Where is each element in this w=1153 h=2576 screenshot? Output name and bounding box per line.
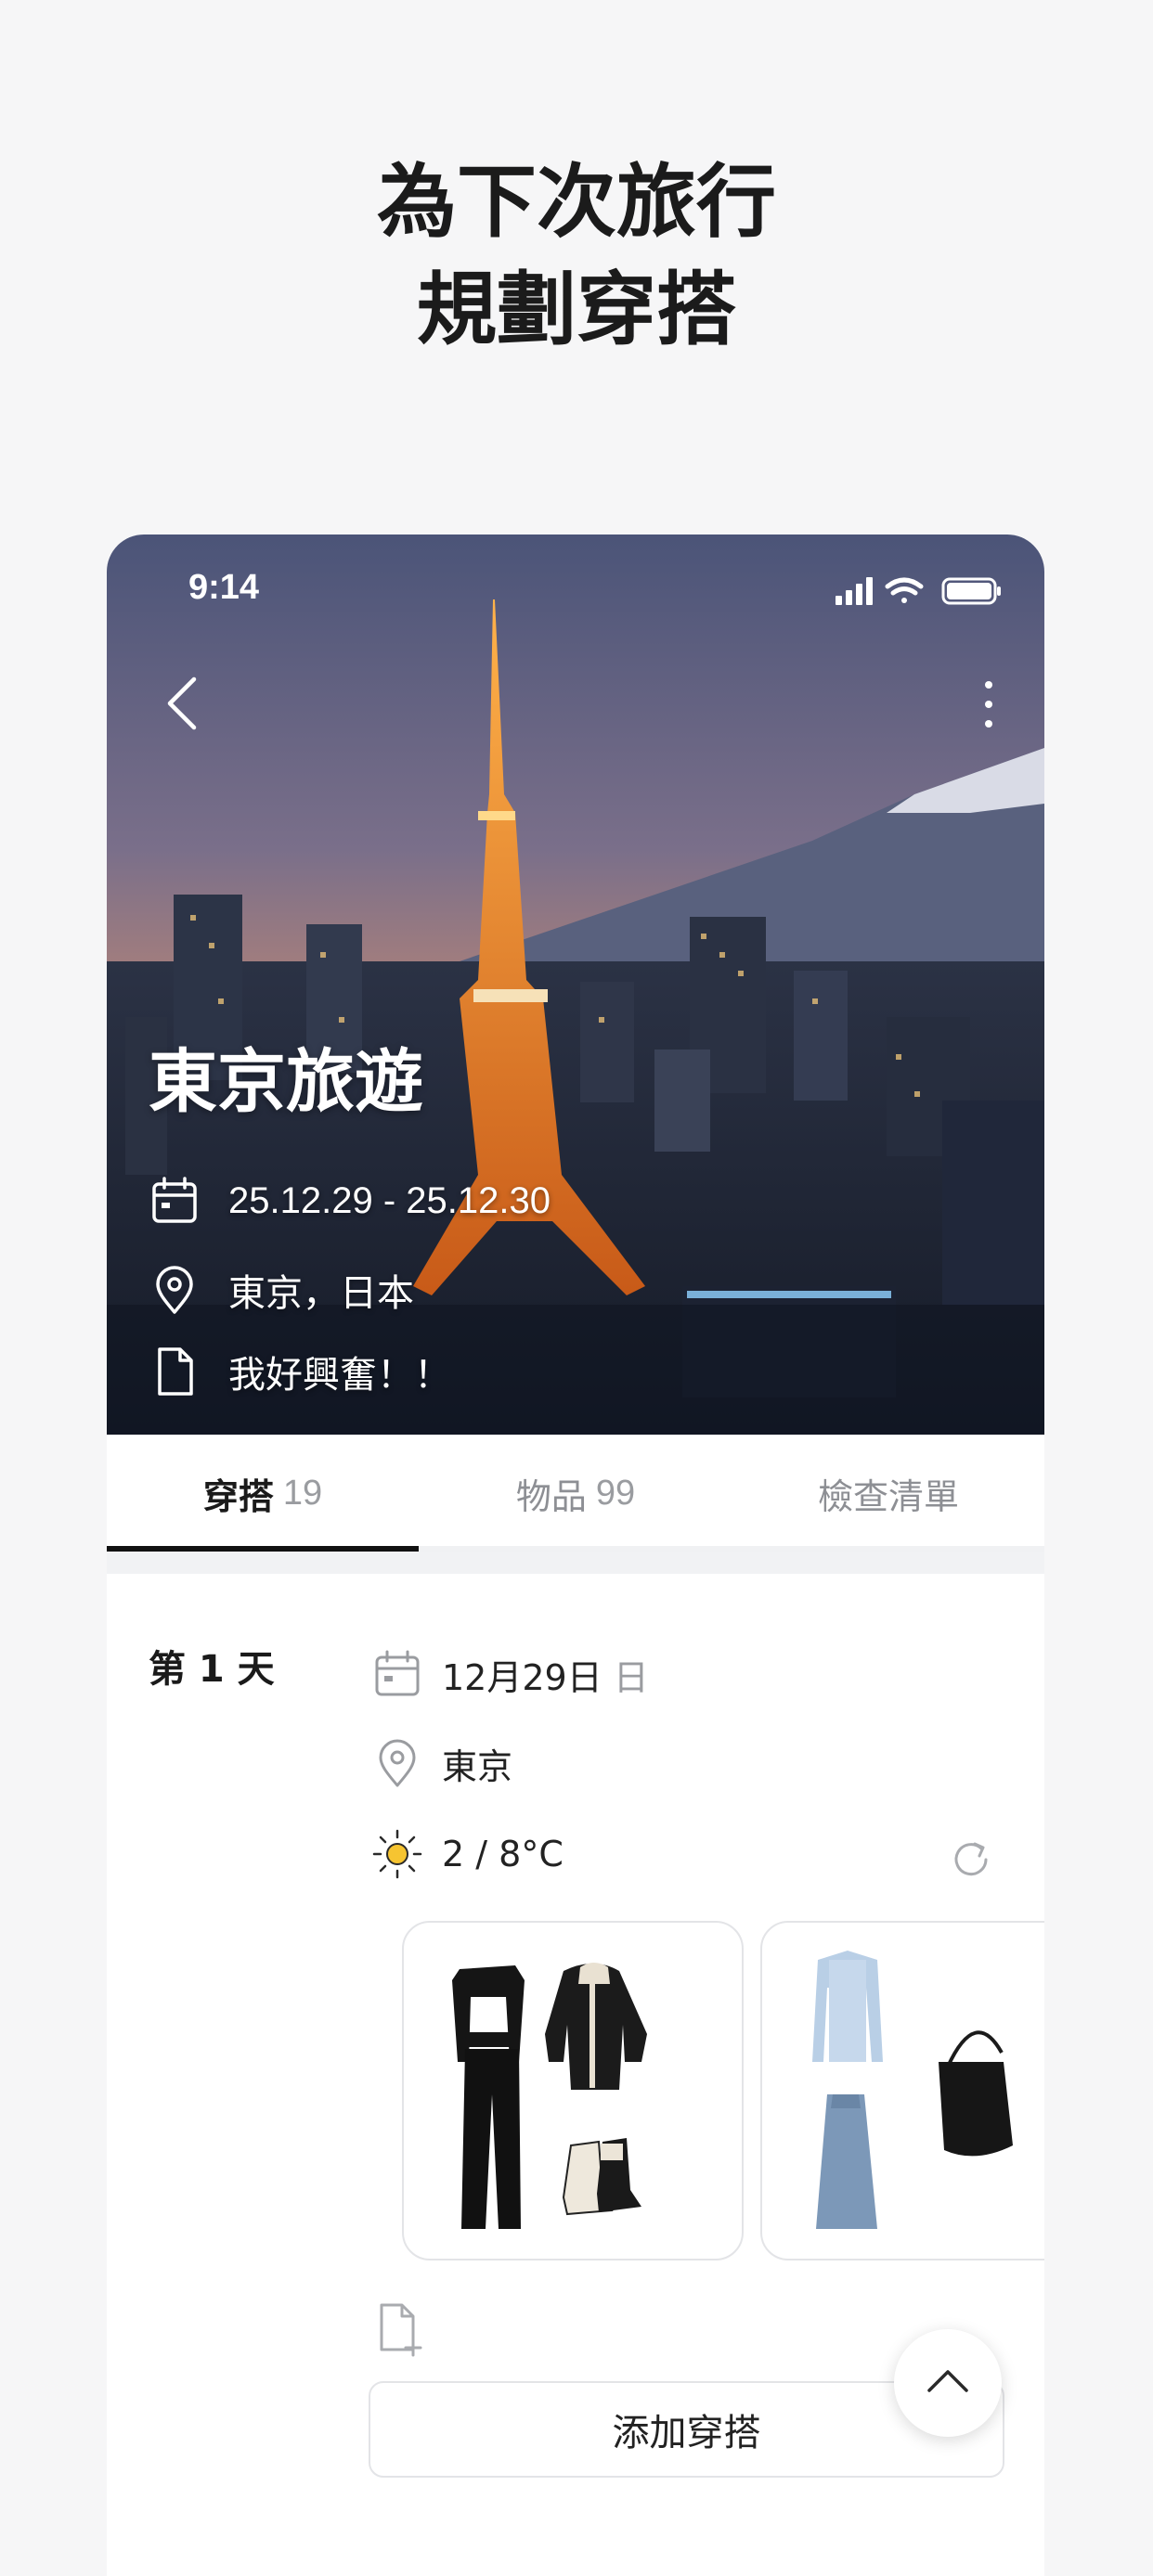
trip-title: 東京旅遊 (149, 1042, 423, 1122)
trip-dates-row: 25.12.29 - 25.12.30 (149, 1173, 551, 1229)
day-weather-row: 2 / 8°C (371, 1824, 564, 1884)
add-note-icon[interactable] (374, 2301, 426, 2357)
trip-note: 我好興奮！！ (228, 1355, 451, 1396)
tab-items-count: 99 (595, 1473, 636, 1513)
day-label: 第 1 天 (149, 1648, 275, 1691)
calendar-icon (152, 1177, 197, 1223)
more-icon[interactable] (975, 672, 1003, 737)
calendar-icon (375, 1650, 420, 1696)
phone-screen: 9:14 東京旅遊 25.12.29 - 25.12.30 東京，日本 我好興奮… (107, 535, 1044, 2576)
tab-items[interactable]: 物品 99 (420, 1435, 732, 1552)
day-place-row: 東京 (371, 1733, 512, 1793)
trip-hero-image: 9:14 東京旅遊 25.12.29 - 25.12.30 東京，日本 我好興奮… (107, 535, 1044, 1435)
trip-dates: 25.12.29 - 25.12.30 (228, 1179, 551, 1221)
tab-items-label: 物品 (515, 1475, 587, 1517)
outfit-card[interactable] (402, 1921, 744, 2260)
sun-icon (372, 1829, 422, 1879)
day-place: 東京 (442, 1745, 513, 1787)
trip-location: 東京，日本 (228, 1273, 414, 1314)
headline: 為下次旅行 規劃穿搭 (0, 148, 1153, 364)
day-date: 12月29日 (442, 1656, 602, 1698)
signal-icon (836, 577, 873, 605)
outfit-image (812, 1951, 1013, 2229)
day-weather: 2 / 8°C (442, 1834, 564, 1874)
location-pin-icon (156, 1266, 193, 1314)
tab-bar: 穿搭 19 物品 99 檢查清單 (107, 1435, 1044, 1552)
refresh-icon[interactable] (947, 1835, 995, 1884)
tab-checklist-label: 檢查清單 (817, 1475, 959, 1517)
location-pin-icon (379, 1739, 416, 1787)
scroll-to-top-button[interactable] (894, 2329, 1002, 2437)
section-divider (107, 1552, 1044, 1574)
chevron-up-icon (927, 2370, 968, 2392)
trip-location-row: 東京，日本 (149, 1262, 414, 1318)
outfit-card[interactable] (760, 1921, 1044, 2260)
tab-checklist[interactable]: 檢查清單 (732, 1435, 1044, 1552)
battery-icon (941, 577, 1001, 605)
headline-line-2: 規劃穿搭 (417, 264, 736, 356)
tab-outfits-label: 穿搭 (202, 1475, 274, 1517)
headline-line-1: 為下次旅行 (377, 156, 776, 249)
day-weekday: 日 (613, 1656, 649, 1698)
status-time: 9:14 (188, 568, 260, 607)
note-icon (158, 1347, 193, 1396)
tab-outfits-count: 19 (282, 1473, 323, 1513)
wifi-icon (885, 577, 924, 603)
outfit-image (452, 1963, 647, 2229)
trip-note-row: 我好興奮！！ (149, 1344, 451, 1399)
tab-outfits[interactable]: 穿搭 19 (107, 1435, 419, 1552)
day-date-row: 12月29日 日 (371, 1644, 649, 1704)
back-arrow-icon[interactable] (153, 666, 209, 741)
status-bar: 9:14 (107, 562, 1044, 618)
